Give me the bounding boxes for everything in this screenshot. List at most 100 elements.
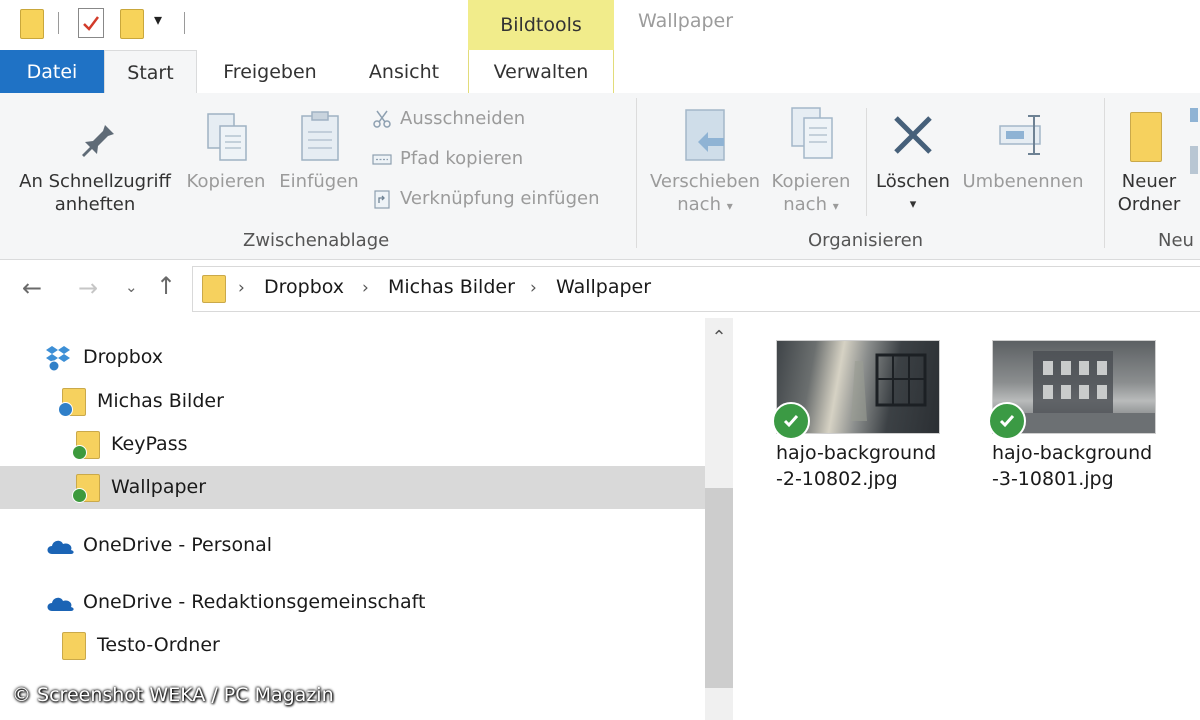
delete-button[interactable]: Löschen ▾ [870, 106, 956, 218]
sync-icon [58, 402, 73, 417]
tree-item-wallpaper[interactable]: Wallpaper [0, 466, 705, 509]
file-name-line2: -3-10801.jpg [992, 468, 1114, 490]
group-label-clipboard: Zwischenablage [243, 230, 390, 251]
copy-path-button[interactable]: Pfad kopieren [372, 148, 523, 169]
folder-icon [20, 9, 44, 39]
move-to-dropdown-icon: ▾ [726, 199, 733, 213]
scissors-icon [373, 110, 391, 128]
recent-locations-chevron-icon[interactable]: ⌄ [125, 278, 138, 296]
delete-label: Löschen [876, 171, 950, 192]
copy-path-icon [372, 153, 392, 165]
tree-label: Testo-Ordner [97, 634, 220, 656]
tree-item-keypass[interactable]: KeyPass [0, 423, 705, 466]
paste-button[interactable]: Einfügen [274, 110, 364, 200]
tree-item-onedrive-redaktion[interactable]: OneDrive - Redaktionsgemeinschaft [0, 581, 705, 624]
copyright-watermark: © Screenshot WEKA / PC Magazin [12, 684, 334, 706]
tree-label: KeyPass [111, 433, 188, 455]
clipboard-icon [301, 111, 339, 161]
tree-label: OneDrive - Redaktionsgemeinschaft [83, 591, 426, 613]
up-arrow-icon[interactable]: ↑ [156, 272, 176, 300]
copy-path-label: Pfad kopieren [400, 148, 524, 169]
scrollbar-thumb[interactable] [705, 488, 733, 688]
tab-view[interactable]: Ansicht [345, 50, 463, 93]
group-label-new: Neu [1158, 230, 1194, 251]
file-name-line1: hajo-background [776, 442, 937, 464]
copy-to-label-line2: nach [783, 194, 827, 215]
rename-icon [999, 115, 1041, 155]
file-name-line2: -2-10802.jpg [776, 468, 898, 490]
delete-x-icon [894, 116, 932, 154]
onedrive-cloud-icon [47, 597, 74, 611]
tree-label: Michas Bilder [97, 390, 224, 412]
group-label-organize: Organisieren [808, 230, 924, 251]
sync-ok-check-icon [988, 402, 1026, 440]
paste-shortcut-icon [374, 189, 390, 209]
copy-label: Kopieren [186, 171, 266, 192]
tab-start[interactable]: Start [104, 50, 197, 95]
copy-to-button[interactable]: Kopieren nach ▾ [764, 106, 858, 218]
new-folder-large-icon [1130, 112, 1162, 162]
tree-item-testo-ordner[interactable]: Testo-Ordner [0, 624, 705, 667]
copy-to-dropdown-icon: ▾ [832, 199, 839, 213]
onedrive-cloud-icon [47, 540, 74, 554]
pin-label-line1: An Schnellzugriff [19, 171, 171, 192]
sync-ok-check-icon [772, 402, 810, 440]
tree-item-onedrive-personal[interactable]: OneDrive - Personal [0, 524, 705, 567]
dropbox-icon [46, 346, 70, 372]
folder-icon [62, 632, 86, 660]
paste-shortcut-label: Verknüpfung einfügen [400, 188, 600, 209]
tab-share[interactable]: Freigeben [205, 50, 335, 93]
window-title: Wallpaper [638, 10, 734, 32]
new-item-icon[interactable] [1190, 108, 1198, 122]
new-folder-label-line1: Neuer [1121, 171, 1177, 192]
breadcrumb-chevron-icon[interactable]: › [362, 278, 369, 298]
copy-button[interactable]: Kopieren [182, 110, 270, 200]
file-item[interactable]: hajo-background -3-10801.jpg [988, 340, 1162, 500]
scroll-up-chevron-icon[interactable]: ⌃ [705, 322, 733, 352]
ribbon-group-separator [636, 98, 637, 248]
file-item[interactable]: hajo-background -2-10802.jpg [772, 340, 946, 500]
context-group-label: Bildtools [468, 0, 614, 50]
breadcrumb-chevron-icon[interactable]: › [530, 278, 537, 298]
ribbon-group-separator [1104, 98, 1105, 248]
forward-arrow-icon[interactable]: → [78, 274, 98, 302]
cut-label: Ausschneiden [400, 108, 526, 129]
new-folder-icon[interactable] [120, 9, 144, 39]
pin-label-line2: anheften [54, 194, 136, 215]
tree-item-dropbox[interactable]: Dropbox [0, 336, 705, 379]
paste-shortcut-button[interactable]: Verknüpfung einfügen [372, 188, 600, 209]
sync-ok-check-icon [72, 445, 87, 460]
sync-ok-check-icon [72, 488, 87, 503]
move-to-label-line1: Verschieben [649, 171, 761, 192]
move-to-label-line2: nach [677, 194, 721, 215]
new-folder-label-line2: Ordner [1117, 194, 1181, 215]
cut-button[interactable]: Ausschneiden [372, 108, 525, 129]
file-name-line1: hajo-background [992, 442, 1153, 464]
qat-separator [184, 12, 185, 34]
qat-separator [58, 12, 59, 34]
copy-to-icon [791, 107, 833, 159]
breadcrumb-chevron-icon[interactable]: › [238, 278, 245, 298]
paste-label: Einfügen [279, 171, 359, 192]
copy-icon [207, 113, 247, 161]
easy-access-icon[interactable] [1190, 146, 1198, 174]
new-folder-button[interactable]: Neuer Ordner [1110, 106, 1190, 218]
pin-icon [82, 120, 114, 157]
qat-dropdown-icon[interactable]: ▾ [154, 10, 162, 29]
tab-file[interactable]: Datei [0, 50, 104, 93]
address-folder-icon [202, 275, 226, 303]
breadcrumb-dropbox[interactable]: Dropbox [264, 276, 344, 298]
rename-button[interactable]: Umbenennen [958, 106, 1088, 196]
breadcrumb-wallpaper[interactable]: Wallpaper [556, 276, 651, 298]
tree-item-michas-bilder[interactable]: Michas Bilder [0, 380, 705, 423]
back-arrow-icon[interactable]: ← [22, 274, 42, 302]
properties-icon[interactable] [78, 8, 104, 38]
tree-label: Dropbox [83, 346, 164, 368]
move-to-button[interactable]: Verschieben nach ▾ [646, 106, 764, 218]
breadcrumb-michas-bilder[interactable]: Michas Bilder [388, 276, 515, 298]
ribbon-inner-separator [866, 108, 867, 216]
copy-to-label-line1: Kopieren [771, 171, 851, 192]
move-to-icon [685, 109, 725, 161]
pin-quick-access-button[interactable]: An Schnellzugriff anheften [6, 110, 184, 222]
tab-manage[interactable]: Verwalten [468, 50, 614, 93]
